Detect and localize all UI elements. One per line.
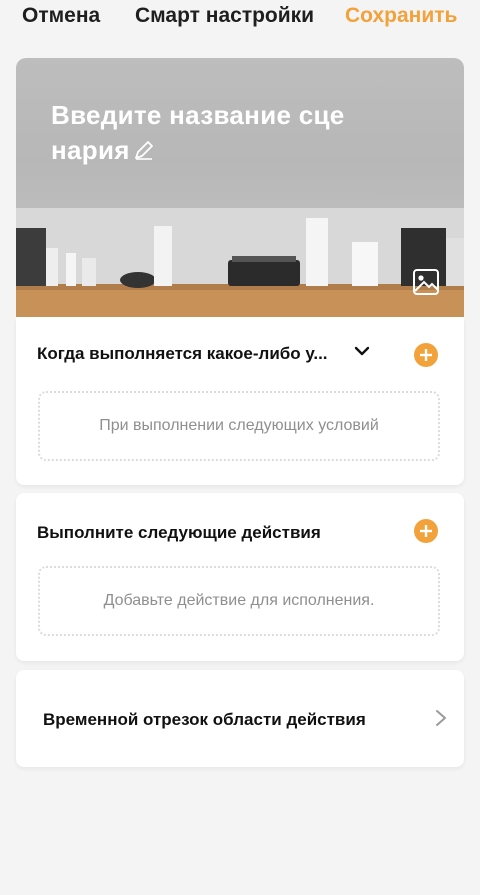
time-range-row[interactable]: Временной отрезок области действия [16,670,464,767]
plus-icon [420,525,432,537]
page-title: Смарт настройки [135,4,315,27]
scene-name-placeholder: Введите название сце нария [51,100,345,165]
pencil-icon [134,141,153,160]
scene-name-field[interactable]: Введите название сце нария [51,98,381,168]
image-icon[interactable] [412,268,440,296]
action-placeholder: Добавьте действие для исполнения. [103,592,375,609]
actions-card: Выполните следующие действия Добавьте де… [16,493,464,661]
chevron-right-icon [436,710,446,726]
save-button[interactable]: Сохранить [345,4,457,28]
kitchen-background-illustration [16,208,464,317]
cancel-button[interactable]: Отмена [22,4,100,28]
condition-card: Когда выполняется какое-либо у... При вы… [16,317,464,485]
time-range-label: Временной отрезок области действия [43,710,366,729]
scene-cover-image[interactable]: Введите название сце нария [16,58,464,317]
add-action-button[interactable] [414,519,438,543]
add-condition-button[interactable] [414,343,438,367]
plus-icon [420,349,432,361]
chevron-down-icon[interactable] [354,343,370,359]
top-bar: Отмена Смарт настройки Сохранить [0,0,480,34]
condition-placeholder: При выполнении следующих условий [99,417,379,434]
actions-heading: Выполните следующие действия [37,523,321,542]
condition-placeholder-box[interactable]: При выполнении следующих условий [38,391,440,461]
condition-heading[interactable]: Когда выполняется какое-либо у... [37,344,328,364]
action-placeholder-box[interactable]: Добавьте действие для исполнения. [38,566,440,636]
